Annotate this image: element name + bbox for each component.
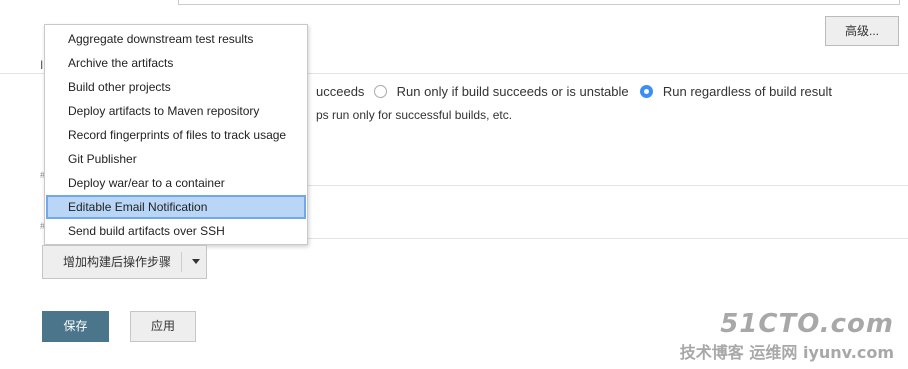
menu-item-aggregate-test-results[interactable]: Aggregate downstream test results (46, 27, 306, 51)
menu-item-record-fingerprints[interactable]: Record fingerprints of files to track us… (46, 123, 306, 147)
radio-regardless[interactable] (640, 85, 654, 99)
menu-item-deploy-container[interactable]: Deploy war/ear to a container (46, 171, 306, 195)
menu-item-email-notification[interactable]: Editable Email Notification (46, 195, 306, 219)
radio-label-regardless[interactable]: Run regardless of build result (663, 84, 832, 99)
radio-label-stable-or-unstable[interactable]: Run only if build succeeds or is unstabl… (397, 84, 629, 99)
watermark: 51CTO.com 技术博客 运维网 iyunv.com (680, 309, 894, 363)
add-post-build-step-button[interactable]: 增加构建后操作步骤 (42, 245, 207, 279)
run-condition-radio-group: ucceeds Run only if build succeeds or is… (316, 83, 832, 101)
advanced-button[interactable]: 高级... (825, 16, 899, 46)
menu-item-send-over-ssh[interactable]: Send build artifacts over SSH (46, 219, 306, 243)
section-label-fragment: I (40, 58, 44, 72)
radio-label-partial: ucceeds (316, 84, 365, 100)
button-divider (181, 252, 182, 272)
watermark-blog: 技术博客 (679, 343, 744, 362)
menu-item-archive-artifacts[interactable]: Archive the artifacts (46, 51, 306, 75)
add-post-build-step-label: 增加构建后操作步骤 (63, 255, 172, 269)
watermark-overlay: 运维网 (749, 343, 798, 362)
row-divider (308, 238, 908, 239)
watermark-site: iyunv.com (802, 343, 894, 362)
watermark-sub: 技术博客 运维网 iyunv.com (680, 339, 894, 363)
watermark-main: 51CTO.com (720, 309, 894, 339)
menu-item-deploy-maven[interactable]: Deploy artifacts to Maven repository (46, 99, 306, 123)
row-divider (308, 185, 908, 186)
textarea-bottom-edge[interactable] (178, 0, 900, 5)
post-build-action-menu: Aggregate downstream test results Archiv… (44, 24, 308, 245)
save-button[interactable]: 保存 (42, 311, 109, 342)
menu-item-build-other-projects[interactable]: Build other projects (46, 75, 306, 99)
apply-button[interactable]: 应用 (130, 311, 196, 342)
menu-item-git-publisher[interactable]: Git Publisher (46, 147, 306, 171)
help-text: ps run only for successful builds, etc. (316, 108, 513, 122)
radio-stable-or-unstable[interactable] (374, 85, 388, 99)
caret-down-icon (192, 259, 200, 264)
